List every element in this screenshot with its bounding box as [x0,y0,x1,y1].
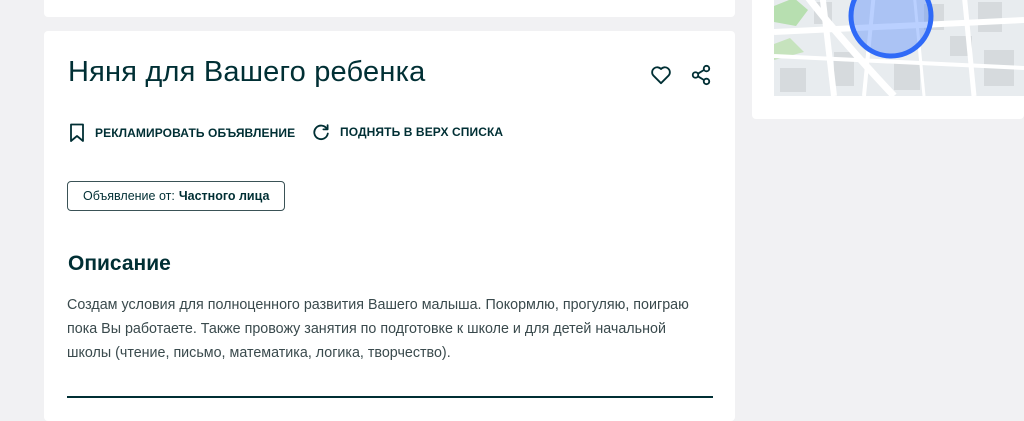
heart-icon [651,66,671,85]
seller-type-value: Частного лица [178,189,270,203]
share-button[interactable] [688,62,714,88]
location-map[interactable] [774,0,1024,96]
share-icon [691,64,711,86]
location-card [752,0,1024,119]
map-image [774,0,1024,96]
listing-title: Няня для Вашего ребенка [68,56,426,88]
promote-listing-label: РЕКЛАМИРОВАТЬ ОБЪЯВЛЕНИЕ [95,126,296,140]
bookmark-icon [70,123,84,142]
seller-type-badge: Объявление от: Частного лица [67,181,286,211]
raise-listing-label: ПОДНЯТЬ В ВЕРХ СПИСКА [340,125,504,139]
section-divider [67,396,713,398]
previous-card [44,0,735,17]
refresh-icon [313,124,329,140]
raise-listing-button[interactable]: ПОДНЯТЬ В ВЕРХ СПИСКА [312,123,503,141]
seller-type-prefix: Объявление от: [83,189,175,203]
favorite-button[interactable] [648,62,674,88]
description-heading: Описание [68,252,171,275]
listing-card: Няня для Вашего ребенка РЕКЛАМИРОВАТЬ ОБ… [44,31,735,421]
promote-listing-button[interactable]: РЕКЛАМИРОВАТЬ ОБЪЯВЛЕНИЕ [69,123,295,143]
description-text: Создам условия для полноценного развития… [67,297,689,361]
